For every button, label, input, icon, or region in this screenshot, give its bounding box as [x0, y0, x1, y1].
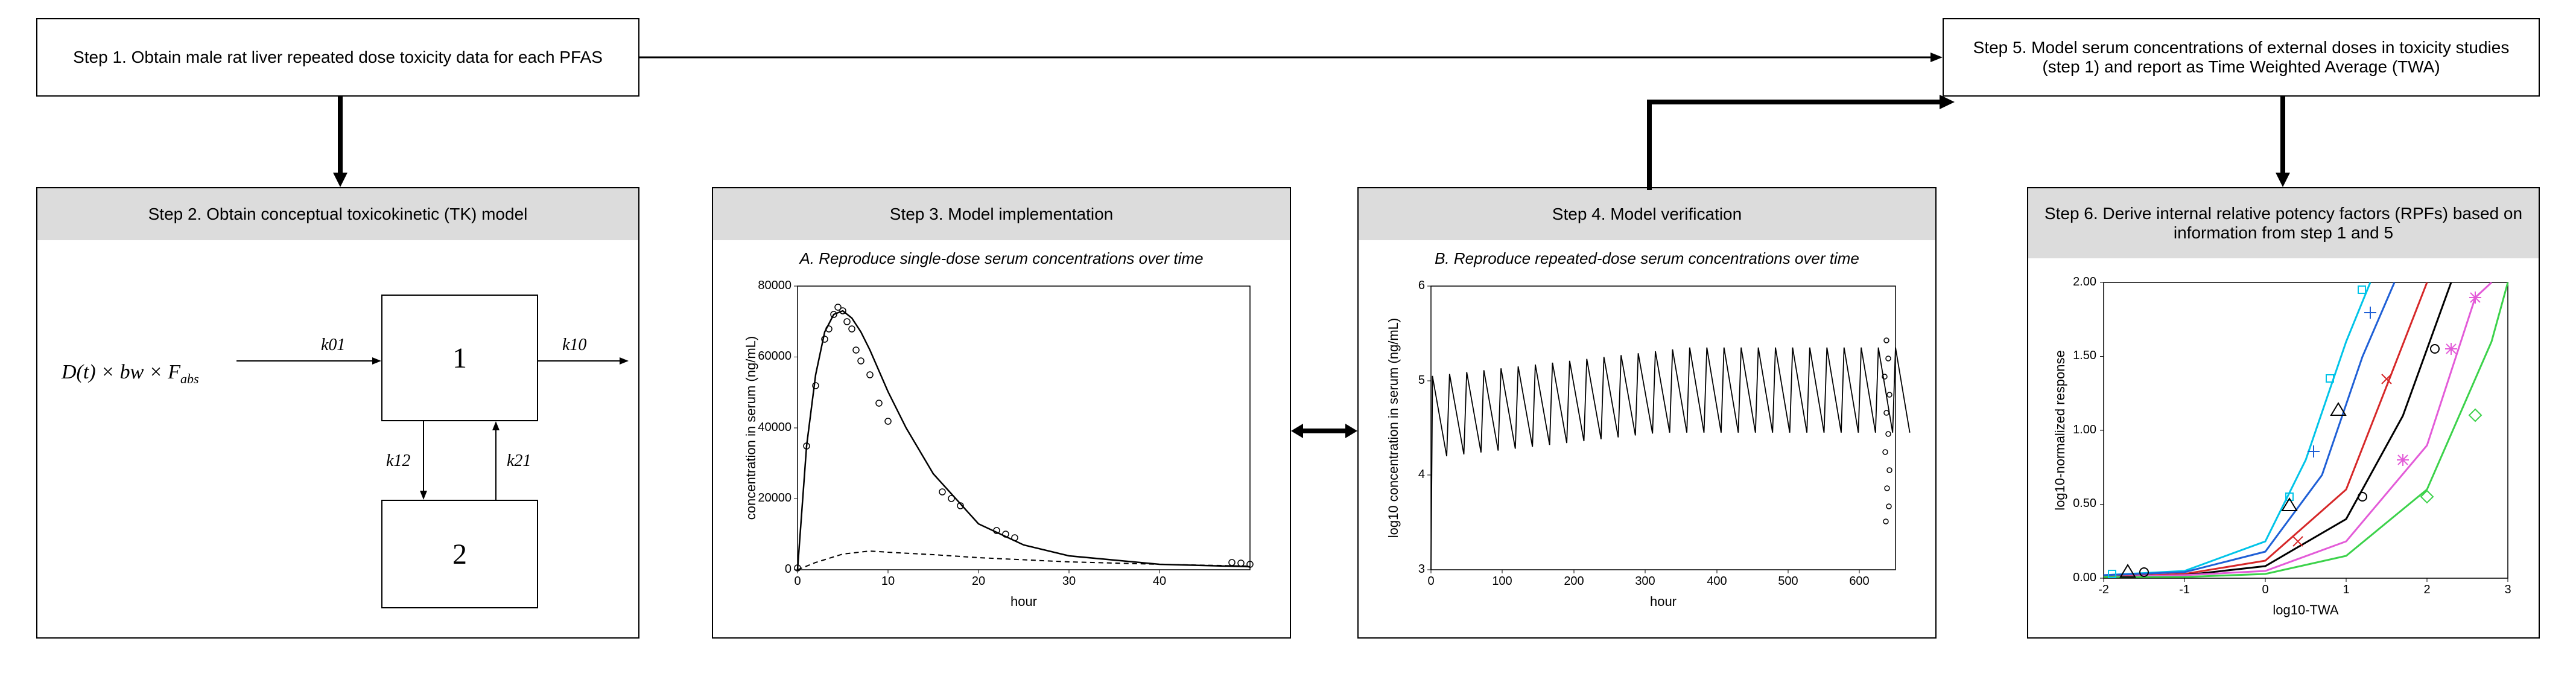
arrow-k12 [417, 421, 430, 500]
chartC-ylabel: log10-normalized response [2052, 350, 2067, 510]
tk-input-formula: D(t) × bw × Fabs [62, 361, 199, 387]
svg-text:1.00: 1.00 [2073, 423, 2096, 436]
chartC-xlabel: log10-TWA [2273, 602, 2339, 617]
svg-text:3: 3 [2504, 583, 2511, 596]
chartB-title: B. Reproduce repeated-dose serum concent… [1359, 249, 1935, 268]
step3-title: Step 3. Model implementation [890, 205, 1113, 224]
arrow-s5-s6 [2274, 97, 2291, 187]
svg-text:40: 40 [1153, 575, 1166, 588]
svg-text:40000: 40000 [758, 421, 792, 434]
svg-text:5: 5 [1418, 374, 1425, 387]
chartB-xlabel: hour [1650, 594, 1677, 609]
svg-text:2: 2 [2423, 583, 2430, 596]
svg-text:20: 20 [972, 575, 985, 588]
arrow-s3-s4-double [1291, 422, 1357, 439]
step4-title: Step 4. Model verification [1552, 205, 1742, 224]
svg-text:30: 30 [1062, 575, 1076, 588]
chartB-plot: 3 4 5 6 0 100 200 300 400 500 600 [1377, 274, 1920, 612]
arrow-s1-s2 [332, 97, 349, 187]
svg-text:60000: 60000 [758, 349, 792, 363]
svg-text:10: 10 [881, 575, 895, 588]
k12-label: k12 [386, 451, 410, 471]
step3-header: Step 3. Model implementation [712, 187, 1291, 241]
svg-text:0: 0 [794, 575, 801, 588]
arrow-s4-s5 [1641, 94, 1955, 196]
chartA-plot: 0 20000 40000 60000 80000 0 10 20 30 40 [731, 274, 1274, 612]
svg-text:2.00: 2.00 [2073, 275, 2096, 288]
k21-label: k21 [507, 451, 531, 471]
svg-text:1: 1 [2343, 583, 2349, 596]
svg-text:-1: -1 [2179, 583, 2190, 596]
c2-label: 2 [452, 538, 467, 571]
formula-sub: abs [180, 371, 199, 386]
svg-text:0: 0 [785, 562, 792, 576]
arrow-k21 [490, 421, 502, 500]
svg-text:0.00: 0.00 [2073, 571, 2096, 584]
step5-box: Step 5. Model serum concentrations of ex… [1943, 18, 2540, 97]
step2-title: Step 2. Obtain conceptual toxicokinetic … [148, 205, 528, 224]
svg-text:-2: -2 [2098, 583, 2109, 596]
svg-text:0: 0 [1427, 575, 1434, 588]
chartA-title: A. Reproduce single-dose serum concentra… [713, 249, 1290, 268]
step1-text: Step 1. Obtain male rat liver repeated d… [73, 48, 603, 67]
svg-text:300: 300 [1635, 575, 1655, 588]
svg-text:1.50: 1.50 [2073, 349, 2096, 362]
svg-text:80000: 80000 [758, 279, 792, 292]
step6-body: 0.00 0.50 1.00 1.50 2.00 -2 -1 0 1 2 3 [2027, 258, 2540, 639]
k10-label: k10 [562, 336, 586, 355]
svg-text:100: 100 [1492, 575, 1512, 588]
step5-text: Step 5. Model serum concentrations of ex… [1959, 38, 2524, 77]
svg-text:400: 400 [1707, 575, 1727, 588]
chartB-ylabel: log10 concentration in serum (ng/mL) [1386, 318, 1401, 538]
step6-title: Step 6. Derive internal relative potency… [2040, 204, 2527, 243]
svg-text:0: 0 [2262, 583, 2268, 596]
k01-label: k01 [321, 336, 345, 355]
step1-box: Step 1. Obtain male rat liver repeated d… [36, 18, 639, 97]
compartment-1: 1 [381, 295, 538, 421]
chartC-plot: 0.00 0.50 1.00 1.50 2.00 -2 -1 0 1 2 3 [2037, 264, 2532, 626]
svg-text:200: 200 [1564, 575, 1584, 588]
svg-text:0.50: 0.50 [2073, 497, 2096, 510]
step6-header: Step 6. Derive internal relative potency… [2027, 187, 2540, 260]
step2-header: Step 2. Obtain conceptual toxicokinetic … [36, 187, 639, 241]
svg-text:6: 6 [1418, 279, 1425, 292]
step4-body: B. Reproduce repeated-dose serum concent… [1357, 240, 1937, 639]
svg-text:20000: 20000 [758, 491, 792, 505]
compartment-2: 2 [381, 500, 538, 608]
svg-text:500: 500 [1778, 575, 1798, 588]
chartA-ylabel: concentration in serum (ng/mL) [743, 336, 758, 520]
arrow-k01 [236, 355, 381, 367]
step2-body: D(t) × bw × Fabs 1 2 k01 k10 k12 k21 [36, 240, 639, 639]
arrow-k10 [538, 355, 629, 367]
formula-main: D(t) × bw × F [62, 361, 180, 383]
svg-text:3: 3 [1418, 562, 1425, 576]
chartA-xlabel: hour [1010, 594, 1037, 609]
svg-text:4: 4 [1418, 468, 1425, 481]
c1-label: 1 [452, 342, 467, 375]
step3-body: A. Reproduce single-dose serum concentra… [712, 240, 1291, 639]
arrow-s1-s5 [639, 51, 1943, 63]
svg-text:600: 600 [1849, 575, 1869, 588]
